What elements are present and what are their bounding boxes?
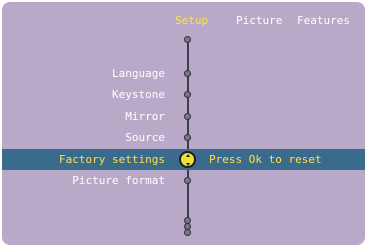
menu-item-factory-settings[interactable]: Factory settings bbox=[59, 153, 165, 166]
menu-item-dot bbox=[184, 134, 191, 141]
menu-item-dot bbox=[184, 91, 191, 98]
menu-item-dot bbox=[184, 70, 191, 77]
menu-item-mirror[interactable]: Mirror bbox=[125, 110, 165, 123]
arrow-down-icon bbox=[186, 163, 190, 166]
tab-features[interactable]: Features bbox=[297, 14, 350, 27]
menu-item-dot bbox=[184, 113, 191, 120]
tab-picture[interactable]: Picture bbox=[236, 14, 282, 27]
reset-hint: Press Ok to reset bbox=[209, 153, 322, 166]
menu-item-keystone[interactable]: Keystone bbox=[112, 88, 165, 101]
menu-item-source[interactable]: Source bbox=[125, 131, 165, 144]
menu-item-dot bbox=[184, 177, 191, 184]
scroll-more-icon bbox=[184, 229, 191, 236]
arrow-up-icon bbox=[186, 154, 190, 157]
setup-menu-screen: Setup Picture Features Language Keystone… bbox=[2, 2, 365, 245]
spine-top-dot bbox=[184, 36, 191, 43]
menu-item-language[interactable]: Language bbox=[112, 67, 165, 80]
tab-setup[interactable]: Setup bbox=[175, 14, 208, 27]
menu-item-picture-format[interactable]: Picture format bbox=[72, 174, 165, 187]
